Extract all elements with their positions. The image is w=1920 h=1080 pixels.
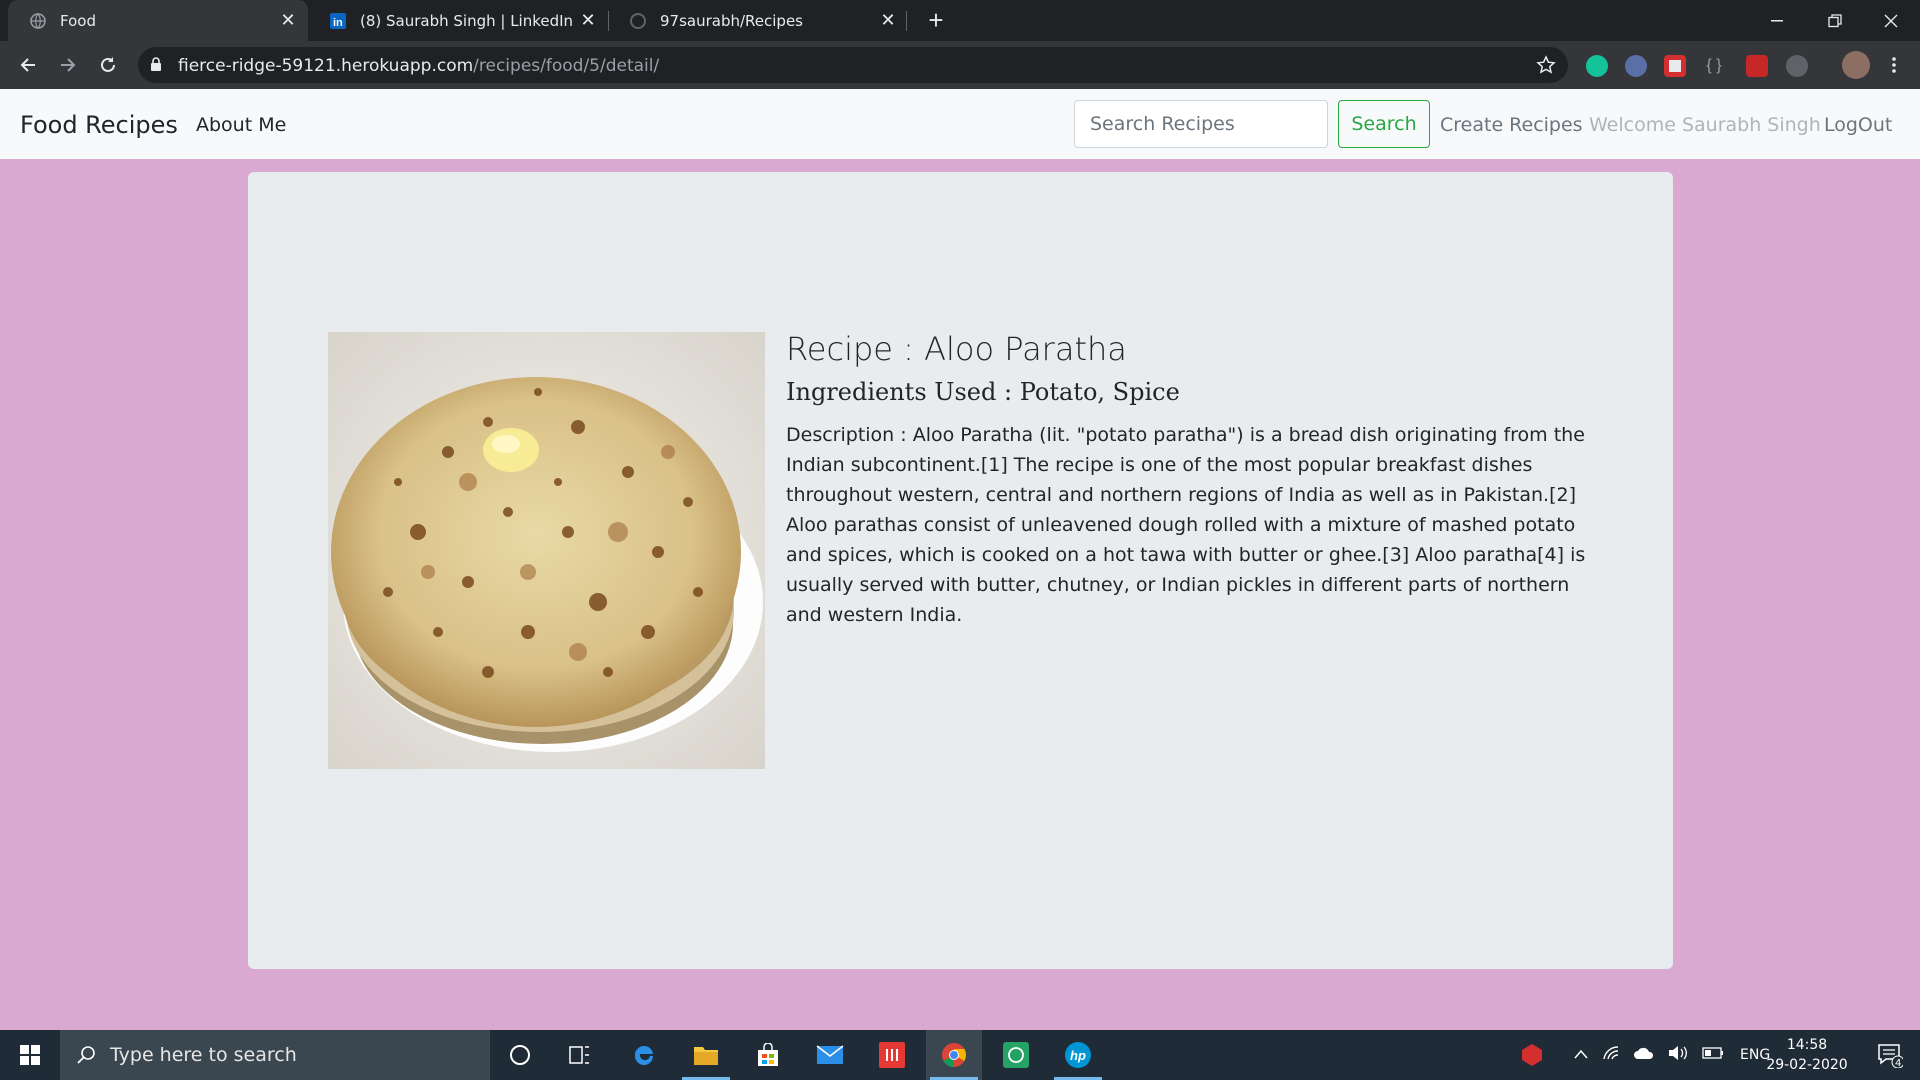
system-clock[interactable]: 14:58 29-02-2020 (1762, 1035, 1852, 1075)
chrome-icon[interactable] (926, 1030, 982, 1080)
tab-linkedin[interactable]: in (8) Saurabh Singh | LinkedIn ✕ (308, 0, 608, 41)
recipe-card: Recipe : Aloo Paratha Ingredients Used :… (248, 172, 1673, 969)
tab-title: 97saurabh/Recipes (660, 11, 803, 30)
notification-count: 4 (1895, 1058, 1901, 1068)
volume-icon[interactable] (1668, 1045, 1688, 1065)
file-explorer-icon[interactable] (678, 1030, 734, 1080)
search-input[interactable] (1074, 100, 1328, 148)
tab-separator (906, 11, 907, 31)
clock-time: 14:58 (1786, 1037, 1828, 1053)
whatsapp-icon[interactable] (988, 1030, 1044, 1080)
close-tab-icon[interactable]: ✕ (276, 10, 300, 31)
search-icon (76, 1045, 96, 1065)
brand-link[interactable]: Food Recipes (20, 111, 178, 139)
browser-toolbar: fierce-ridge-59121.herokuapp.com/recipes… (0, 41, 1920, 89)
logout-link[interactable]: LogOut (1824, 114, 1892, 136)
bookmark-star-icon[interactable] (1536, 55, 1556, 80)
welcome-user-text: Welcome Saurabh Singh (1589, 114, 1821, 136)
extension-icon[interactable] (1625, 55, 1647, 77)
close-tab-icon[interactable]: ✕ (876, 10, 900, 31)
url-text: fierce-ridge-59121.herokuapp.com/recipes… (178, 56, 659, 76)
url-host: fierce-ridge-59121.herokuapp.com (178, 56, 474, 76)
recipe-ingredients: Ingredients Used : Potato, Spice (786, 378, 1180, 406)
hp-icon[interactable]: hp (1050, 1030, 1106, 1080)
taskbar-search-placeholder: Type here to search (110, 1044, 297, 1066)
browser-tab-strip: Food ✕ in (8) Saurabh Singh | LinkedIn ✕… (0, 0, 1920, 41)
lock-icon (150, 57, 162, 77)
microsoft-store-icon[interactable] (740, 1030, 796, 1080)
url-path: /recipes/food/5/detail/ (473, 56, 660, 76)
github-icon (630, 12, 646, 29)
pocket-extension-icon[interactable] (1664, 55, 1686, 77)
cortana-icon[interactable] (492, 1030, 548, 1080)
create-recipes-link[interactable]: Create Recipes (1440, 114, 1583, 136)
windows-taskbar: Type here to search hp ENG 14:58 29-02-2… (0, 1030, 1920, 1080)
kebab-menu-icon[interactable] (1880, 51, 1908, 79)
svg-text:in: in (333, 17, 343, 29)
wifi-icon[interactable] (1602, 1045, 1620, 1065)
tab-food[interactable]: Food ✕ (8, 0, 308, 41)
extension-icon[interactable] (1786, 55, 1808, 77)
recipe-image (328, 332, 765, 769)
recipe-description: Description : Aloo Paratha (lit. "potato… (786, 424, 1586, 626)
system-tray: ENG (1520, 1030, 1770, 1080)
search-button[interactable]: Search (1338, 100, 1430, 148)
linkedin-icon: in (330, 12, 346, 29)
edge-browser-icon[interactable] (616, 1030, 672, 1080)
tab-title: (8) Saurabh Singh | LinkedIn (360, 11, 574, 30)
about-me-link[interactable]: About Me (196, 114, 286, 136)
security-app-icon[interactable] (1520, 1043, 1544, 1067)
reload-icon[interactable] (94, 51, 122, 79)
clock-date: 29-02-2020 (1766, 1057, 1848, 1073)
restore-icon[interactable] (1806, 0, 1864, 41)
windows-start-icon[interactable] (0, 1030, 60, 1080)
svg-text:hp: hp (1070, 1048, 1086, 1063)
address-bar[interactable]: fierce-ridge-59121.herokuapp.com/recipes… (138, 47, 1568, 83)
chevron-up-icon[interactable] (1574, 1047, 1588, 1063)
close-window-icon[interactable] (1862, 0, 1920, 41)
app-red-icon[interactable] (864, 1030, 920, 1080)
tab-github[interactable]: 97saurabh/Recipes ✕ (608, 0, 908, 41)
globe-icon (30, 12, 46, 29)
onedrive-icon[interactable] (1634, 1047, 1654, 1063)
minimize-icon[interactable] (1748, 0, 1806, 41)
battery-icon[interactable] (1702, 1047, 1724, 1063)
tab-title: Food (60, 11, 96, 30)
notification-center-icon[interactable]: 4 (1862, 1030, 1918, 1080)
close-tab-icon[interactable]: ✕ (576, 10, 600, 31)
mail-icon[interactable] (802, 1030, 858, 1080)
recipe-title: Recipe : Aloo Paratha (786, 330, 1127, 368)
task-view-icon[interactable] (552, 1030, 608, 1080)
back-icon[interactable] (14, 51, 42, 79)
new-tab-button[interactable]: + (922, 6, 950, 34)
site-navbar: Food Recipes About Me Search Create Reci… (0, 89, 1920, 159)
profile-avatar[interactable] (1842, 51, 1870, 79)
extension-icon[interactable] (1746, 55, 1768, 77)
grammarly-extension-icon[interactable] (1586, 55, 1608, 77)
forward-icon[interactable] (54, 51, 82, 79)
json-extension-icon[interactable]: { } (1703, 55, 1725, 77)
taskbar-search-box[interactable]: Type here to search (60, 1030, 490, 1080)
